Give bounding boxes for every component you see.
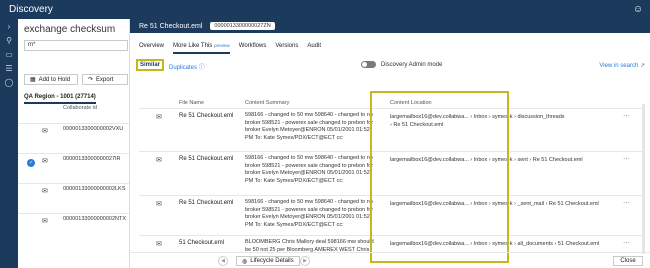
chevron-right-icon[interactable]: › [0, 19, 18, 33]
column-header-file-name: File Name [179, 100, 205, 106]
document-modal: Re 51 Checkout.eml 0000013300000027ZN Ov… [129, 19, 650, 268]
content-summary: 598166 - changed to 50 mw 598640 - chang… [245, 112, 374, 141]
check-icon[interactable]: ✓ [27, 159, 35, 167]
tab-overview[interactable]: Overview [139, 43, 164, 54]
more-options-icon[interactable]: ⋯ [623, 239, 630, 247]
export-label: Export [96, 76, 114, 83]
column-header: Collaborate id [63, 105, 97, 111]
lifecycle-icon: ◍ [242, 258, 248, 265]
tab-more-like-this-label: More Like This [173, 43, 213, 49]
file-name[interactable]: Re 51 Checkout.eml [179, 156, 233, 162]
tab-workflows[interactable]: Workflows [239, 43, 267, 54]
view-in-search-link[interactable]: View in search ↗ [599, 62, 645, 69]
more-options-icon[interactable]: ⋯ [623, 199, 630, 207]
mail-icon: ✉ [42, 188, 48, 195]
item-id: 0000013300000002VXU [63, 126, 124, 132]
item-id: 00000133000000002LKS [63, 186, 126, 192]
file-name[interactable]: Re 51 Checkout.eml [179, 113, 233, 119]
admin-mode-label: Discovery Admin mode [381, 62, 443, 68]
content-summary: 598166 - changed to 50 mw 598640 - chang… [245, 155, 374, 184]
more-options-icon[interactable]: ⋯ [623, 155, 630, 163]
item-id: 00000133000000002NTX [63, 216, 127, 222]
list-item[interactable]: ✉ 00000133000000002NTX [18, 213, 136, 243]
search-results-panel: exchange checksum m* ▦ Add to Hold ↷ Exp… [18, 19, 136, 268]
left-rail: › ⚲ ▭ ☰ ◯ [0, 19, 18, 268]
next-icon[interactable]: ▶ [300, 256, 310, 266]
content-summary-highlight [370, 91, 509, 263]
shield-icon[interactable]: ◯ [0, 75, 18, 89]
region-tab[interactable]: QA Region - 1001 (27714) [24, 94, 96, 104]
add-to-hold-button[interactable]: ▦ Add to Hold [24, 74, 78, 85]
lifecycle-details-button[interactable]: ◍ Lifecycle Details [236, 256, 300, 266]
export-button[interactable]: ↷ Export [82, 74, 128, 85]
mail-icon: ✉ [42, 158, 48, 165]
subtab-bar: Similar Duplicates ⓘ Discovery Admin mod… [136, 59, 645, 71]
scrollbar[interactable] [642, 104, 645, 254]
close-button[interactable]: Close [613, 256, 643, 266]
mail-icon: ✉ [156, 114, 162, 121]
preview-badge: preview [214, 43, 230, 48]
search-icon[interactable]: ⚲ [0, 33, 18, 47]
search-title: exchange checksum [24, 24, 116, 35]
external-link-icon: ↗ [639, 63, 645, 69]
search-input[interactable]: m* [24, 40, 128, 51]
mail-icon: ✉ [156, 201, 162, 208]
document-id: 0000013300000027ZN [210, 22, 275, 30]
more-options-icon[interactable]: ⋯ [623, 112, 630, 120]
hold-icon: ▦ [30, 77, 36, 83]
content-summary: BLOOMBERG Chris Mallory deal 598166 mw s… [245, 239, 374, 252]
mail-icon: ✉ [42, 128, 48, 135]
duplicates-tab[interactable]: Duplicates ⓘ [169, 62, 205, 71]
previous-icon[interactable]: ◀ [218, 256, 228, 266]
list-item[interactable]: ✉ 00000133000000002LKS [18, 183, 136, 213]
item-id: 00000133000000027IR [63, 156, 121, 162]
export-icon: ↷ [88, 77, 94, 83]
lifecycle-details-label: Lifecycle Details [250, 258, 294, 264]
list-item[interactable]: ✉ 0000013300000002VXU [18, 123, 136, 153]
duplicates-label: Duplicates [169, 65, 198, 71]
app-title: Discovery [9, 4, 53, 15]
file-name[interactable]: Re 51 Checkout.eml [179, 200, 233, 206]
modal-header: Re 51 Checkout.eml 0000013300000027ZN [130, 19, 650, 33]
mail-icon: ✉ [156, 157, 162, 164]
file-name[interactable]: 51 Checkout.eml [179, 240, 224, 246]
user-icon[interactable]: ☺ [631, 2, 645, 16]
view-in-search-label: View in search [599, 63, 639, 69]
admin-mode-toggle[interactable] [361, 61, 376, 68]
list-item[interactable]: ✉ 00000133000000027IR [18, 153, 136, 183]
mail-icon: ✉ [42, 218, 48, 225]
similar-tab[interactable]: Similar [136, 59, 165, 71]
info-icon: ⓘ [198, 65, 205, 71]
document-name: Re 51 Checkout.eml [139, 22, 203, 30]
tab-versions[interactable]: Versions [275, 43, 298, 54]
content-summary: 598166 - changed to 50 mw 598640 - chang… [245, 199, 374, 228]
modal-footer: ◀ ◍ Lifecycle Details ▶ Close [130, 252, 650, 268]
monitor-icon[interactable]: ▭ [0, 47, 18, 61]
layers-icon[interactable]: ☰ [0, 61, 18, 75]
column-header-content-summary: Content Summary [245, 100, 290, 106]
modal-tabs: Overview More Like This preview Workflows… [139, 43, 321, 54]
tab-audit[interactable]: Audit [307, 43, 321, 54]
top-bar: Discovery ☺ [0, 0, 650, 19]
mail-icon: ✉ [156, 241, 162, 248]
tab-more-like-this[interactable]: More Like This preview [173, 43, 230, 54]
add-to-hold-label: Add to Hold [38, 76, 71, 83]
